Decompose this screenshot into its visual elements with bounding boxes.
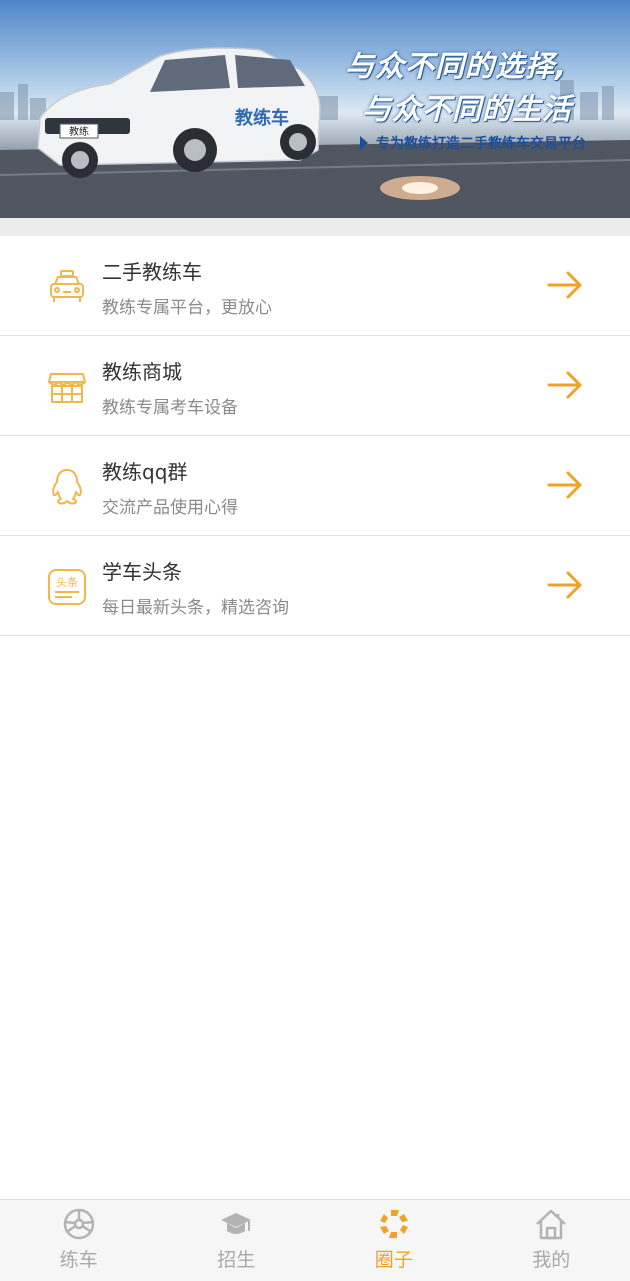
- menu-item-driving-headlines[interactable]: 头条 学车头条 每日最新头条，精选咨询: [0, 536, 630, 636]
- menu-item-title: 教练qq群: [102, 456, 187, 485]
- arrow-right-icon: [546, 369, 584, 401]
- graduation-cap-icon: [219, 1207, 253, 1241]
- arrow-right-icon: [546, 269, 584, 301]
- menu-item-title: 学车头条: [102, 556, 182, 585]
- home-icon: [534, 1207, 568, 1241]
- menu-item-coach-store[interactable]: 教练商城 教练专属考车设备: [0, 336, 630, 436]
- steering-wheel-icon: [62, 1207, 96, 1241]
- tab-label: 圈子: [315, 1245, 473, 1272]
- tab-circle[interactable]: 圈子: [315, 1200, 473, 1281]
- tab-label: 我的: [473, 1245, 630, 1272]
- car-icon: [46, 266, 88, 308]
- plate-text: 教练: [69, 125, 89, 138]
- news-icon-text: 头条: [56, 575, 78, 589]
- banner-slogan-line1: 与众不同的选择,: [345, 43, 567, 85]
- menu-item-title: 教练商城: [102, 356, 182, 385]
- tab-mine[interactable]: 我的: [473, 1200, 630, 1281]
- tab-label: 练车: [0, 1245, 158, 1272]
- bottom-tab-bar: 练车 招生 圈子: [0, 1199, 630, 1281]
- banner-slogan-line2: 与众不同的生活: [362, 86, 572, 128]
- menu-item-subtitle: 交流产品使用心得: [102, 493, 238, 518]
- tab-enrollment[interactable]: 招生: [158, 1200, 316, 1281]
- menu-item-subtitle: 教练专属平台，更放心: [102, 293, 272, 318]
- banner-subtitle-text: 专为教练打造二手教练车交易平台: [376, 133, 586, 153]
- menu-item-used-training-car[interactable]: 二手教练车 教练专属平台，更放心: [0, 236, 630, 336]
- menu-item-subtitle: 教练专属考车设备: [102, 393, 238, 418]
- qq-icon: [46, 466, 88, 508]
- menu-item-subtitle: 每日最新头条，精选咨询: [102, 593, 289, 618]
- arrow-right-icon: [546, 569, 584, 601]
- circle-community-icon: [377, 1207, 411, 1241]
- triangle-bullet-icon: [360, 136, 368, 150]
- menu-item-title: 二手教练车: [102, 256, 202, 285]
- tab-practice[interactable]: 练车: [0, 1200, 158, 1281]
- feature-menu: 二手教练车 教练专属平台，更放心 教练商城 教练专属考车设备 教练qq群 交流产…: [0, 236, 630, 636]
- banner-subtitle: 专为教练打造二手教练车交易平台: [360, 133, 586, 153]
- car-door-text: 教练车: [235, 107, 289, 129]
- section-divider: [0, 218, 630, 236]
- arrow-right-icon: [546, 469, 584, 501]
- promo-banner[interactable]: 教练 教练车 与众不同的选择, 与众不同的生活 专为教练打造二手教练车交易平台: [0, 0, 630, 218]
- menu-item-coach-qq-group[interactable]: 教练qq群 交流产品使用心得: [0, 436, 630, 536]
- news-icon: 头条: [46, 566, 88, 608]
- store-icon: [46, 366, 88, 408]
- tab-label: 招生: [158, 1245, 316, 1272]
